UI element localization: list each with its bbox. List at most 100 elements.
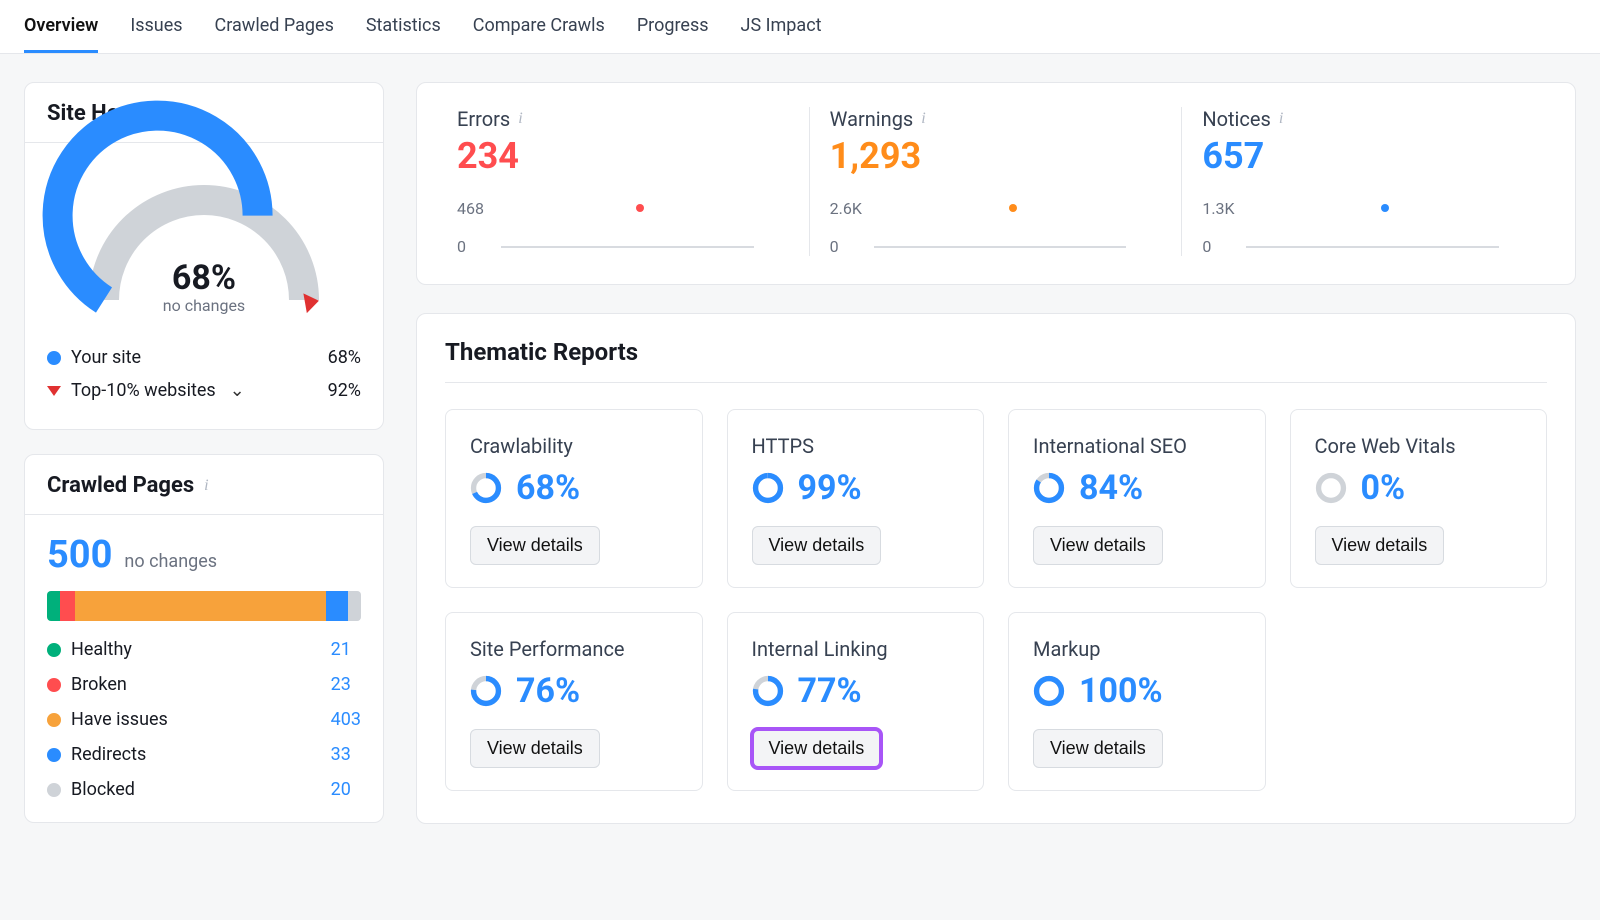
report-title: Markup [1033,637,1241,661]
metric-notices-label: Notices [1202,107,1270,131]
crawled-pages-sub: no changes [124,551,217,572]
list-item-label: Healthy [71,639,132,660]
metric-warnings-spark [874,191,1127,225]
report-title: Core Web Vitals [1315,434,1523,458]
report-card: Markup 100% View details [1008,612,1266,791]
list-item-value[interactable]: 403 [331,709,361,730]
crawled-pages-header: Crawled Pages i [25,455,383,515]
view-details-button[interactable]: View details [752,526,882,565]
tab-crawled-pages[interactable]: Crawled Pages [215,0,334,53]
report-percent: 100% [1079,671,1163,711]
report-title: Internal Linking [752,637,960,661]
tab-overview[interactable]: Overview [24,0,98,53]
metric-errors-hi: 468 [457,199,501,218]
report-card: Site Performance 76% View details [445,612,703,791]
metric-warnings[interactable]: Warnings i 1,293 2.6K 0 [830,107,1163,256]
list-item[interactable]: Blocked [47,779,331,800]
list-item-label: Have issues [71,709,168,730]
thematic-title: Thematic Reports [445,338,1547,366]
report-card: Internal Linking 77% View details [727,612,985,791]
crawled-pages-count[interactable]: 500 [47,533,112,577]
list-item-value[interactable]: 20 [331,779,361,800]
list-item[interactable]: Have issues [47,709,331,730]
bar-segment-blocked [348,591,361,621]
dot-icon [47,678,61,692]
view-details-button[interactable]: View details [1033,526,1163,565]
crawled-pages-bar [47,591,361,621]
chevron-down-icon: ⌄ [230,380,245,401]
metric-warnings-hi: 2.6K [830,199,874,218]
bar-segment-broken [60,591,76,621]
dot-icon [47,748,61,762]
report-title: HTTPS [752,434,960,458]
legend-top10-label: Top-10% websites [71,380,216,401]
tab-statistics[interactable]: Statistics [366,0,441,53]
crawled-pages-title: Crawled Pages [47,473,194,498]
tab-bar: Overview Issues Crawled Pages Statistics… [0,0,1600,54]
metric-notices[interactable]: Notices i 657 1.3K 0 [1202,107,1535,256]
report-percent: 77% [798,671,862,711]
report-card: HTTPS 99% View details [727,409,985,588]
list-item-value[interactable]: 33 [331,744,361,765]
metric-errors-spark [501,191,754,225]
report-card: Core Web Vitals 0% View details [1290,409,1548,588]
tab-compare-crawls[interactable]: Compare Crawls [473,0,605,53]
metric-errors[interactable]: Errors i 234 468 0 [457,107,790,256]
site-health-percent: 68% [74,258,334,298]
tab-js-impact[interactable]: JS Impact [741,0,822,53]
dot-icon [47,351,61,365]
bar-segment-have_issues [75,591,326,621]
dot-icon [47,643,61,657]
progress-ring-icon [1033,472,1065,504]
bar-segment-redirects [326,591,348,621]
metric-errors-label: Errors [457,107,510,131]
legend-top10-value: 92% [328,380,361,401]
metrics-row: Errors i 234 468 0 Warnings i 1,293 [416,82,1576,285]
thematic-reports-card: Thematic Reports Crawlability68%View det… [416,313,1576,824]
progress-ring-icon [470,675,502,707]
report-percent: 68% [516,468,580,508]
legend-your-site-value: 68% [328,347,361,368]
info-icon[interactable]: i [1279,111,1283,127]
report-percent: 76% [516,671,580,711]
metric-errors-lo: 0 [457,237,501,256]
view-details-button[interactable]: View details [1315,526,1445,565]
metric-warnings-label: Warnings [830,107,914,131]
tab-issues[interactable]: Issues [130,0,182,53]
tab-progress[interactable]: Progress [637,0,709,53]
report-percent: 0% [1361,468,1406,508]
list-item[interactable]: Redirects [47,744,331,765]
progress-ring-icon [1033,675,1065,707]
list-item-label: Redirects [71,744,146,765]
crawled-pages-card: Crawled Pages i 500 no changes Healthy 21… [24,454,384,823]
list-item-value[interactable]: 21 [331,639,361,660]
bar-segment-healthy [47,591,60,621]
report-title: International SEO [1033,434,1241,458]
progress-ring-icon [470,472,502,504]
list-item-label: Broken [71,674,127,695]
list-item[interactable]: Healthy [47,639,331,660]
thematic-grid: Crawlability68%View detailsHTTPS99%View … [445,409,1547,791]
report-percent: 99% [798,468,862,508]
view-details-button[interactable]: View details [1033,729,1163,768]
legend-your-site-label: Your site [71,347,141,368]
info-icon[interactable]: i [921,111,925,127]
progress-ring-icon [752,675,784,707]
view-details-button[interactable]: View details [470,526,600,565]
info-icon[interactable]: i [518,111,522,127]
metric-errors-value: 234 [457,135,754,177]
dot-icon [47,713,61,727]
top10-dropdown[interactable]: Top-10% websites ⌄ [47,380,245,401]
list-item-value[interactable]: 23 [331,674,361,695]
info-icon[interactable]: i [204,478,208,494]
list-item[interactable]: Broken [47,674,331,695]
view-details-button[interactable]: View details [470,729,600,768]
report-title: Site Performance [470,637,678,661]
spark-line [501,246,754,248]
view-details-button[interactable]: View details [752,729,882,768]
triangle-down-icon [47,386,61,396]
site-health-subtext: no changes [74,296,334,315]
metric-notices-lo: 0 [1202,237,1246,256]
metric-warnings-value: 1,293 [830,135,1127,177]
report-card: International SEO84%View details [1008,409,1266,588]
